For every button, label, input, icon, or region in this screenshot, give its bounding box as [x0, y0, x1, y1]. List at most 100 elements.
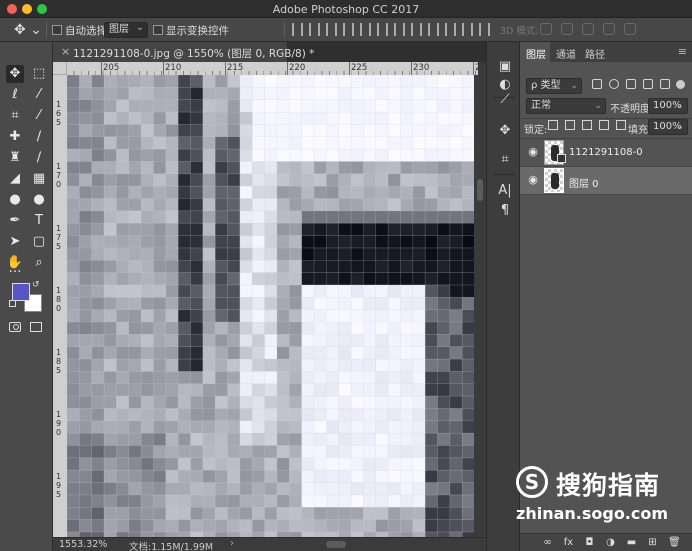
adjustments-icon[interactable]: ⟋	[498, 93, 512, 107]
3d-pan-icon[interactable]	[582, 23, 594, 35]
pixel-filter-icon[interactable]	[592, 79, 602, 89]
move-tool-icon[interactable]: ✥	[6, 65, 24, 83]
screen-mode-icon[interactable]	[30, 322, 42, 332]
horizontal-ruler[interactable]: 205 210 215 220 225 230 235	[67, 62, 478, 75]
auto-select-target-dropdown[interactable]: 图层	[104, 21, 148, 38]
lock-position-icon[interactable]	[582, 120, 592, 130]
horizontal-scroll-thumb[interactable]	[326, 541, 346, 548]
tool-presets-icon[interactable]: ✥	[498, 124, 512, 138]
layer-filter-dropdown[interactable]: ρ 类型 ⌄	[526, 78, 582, 94]
path-selection-tool-icon[interactable]: ➤	[6, 233, 24, 251]
distribute-v-centers-icon[interactable]	[411, 23, 422, 36]
brush-tool-icon[interactable]: ∕	[30, 128, 48, 146]
ruler-major-tick	[349, 62, 350, 75]
layer-row-selected[interactable]: ◉ 图层 0	[520, 167, 692, 195]
history-brush-tool-icon[interactable]: ∕	[30, 149, 48, 167]
filter-toggle[interactable]	[676, 80, 685, 89]
foreground-color-swatch[interactable]	[12, 283, 30, 301]
ruler-origin[interactable]	[53, 62, 67, 75]
distribute-right-icon[interactable]	[479, 23, 490, 36]
dodge-tool-icon[interactable]: ●	[30, 191, 48, 209]
distribute-h-centers-icon[interactable]	[462, 23, 473, 36]
ruler-label: 230	[413, 63, 430, 73]
show-transform-checkbox[interactable]	[153, 25, 163, 35]
panel-menu-icon[interactable]: ≡	[678, 45, 687, 58]
lock-image-icon[interactable]	[565, 120, 575, 130]
type-filter-icon[interactable]	[626, 79, 636, 89]
eyedropper-tool-icon[interactable]: ⁄	[30, 107, 48, 125]
blur-tool-icon[interactable]: ●	[6, 191, 24, 209]
crop-tool-icon[interactable]: ⌗	[6, 107, 24, 125]
layer-name[interactable]: 1121291108-0	[569, 147, 643, 158]
move-tool-preset-picker[interactable]: ✥ ⌄	[14, 22, 42, 38]
opacity-field[interactable]: 100% ⌄	[648, 98, 688, 114]
eye-icon[interactable]: ◉	[527, 174, 539, 186]
lock-all-icon[interactable]	[616, 120, 626, 130]
eraser-tool-icon[interactable]: ◢	[6, 170, 24, 188]
fill-field[interactable]: 100% ⌄	[648, 119, 688, 135]
group-icon[interactable]: ▬	[626, 537, 637, 549]
marquee-tool-icon[interactable]: ⬚	[30, 65, 48, 83]
smart-object-filter-icon[interactable]	[660, 79, 670, 89]
crop-presets-icon[interactable]: ⌗	[498, 153, 512, 167]
link-icon[interactable]: ∞	[542, 537, 553, 549]
adjustment-icon[interactable]: ◑	[605, 537, 616, 549]
distribute-left-icon[interactable]	[445, 23, 456, 36]
layer-name[interactable]: 图层 0	[569, 175, 599, 190]
ruler-label-digit: 1	[56, 410, 62, 419]
blend-mode-dropdown[interactable]: 正常 ⌄	[526, 98, 606, 114]
vertical-scroll-thumb[interactable]	[477, 179, 483, 201]
tab-paths[interactable]: 路径	[585, 46, 605, 61]
eye-icon[interactable]: ◉	[527, 146, 539, 158]
close-document-icon[interactable]: ×	[61, 45, 70, 58]
pen-tool-icon[interactable]: ✒	[6, 212, 24, 230]
new-layer-icon[interactable]: ⊞	[647, 537, 658, 549]
3d-roll-icon[interactable]	[561, 23, 573, 35]
fx-icon[interactable]: fx	[563, 537, 574, 549]
document-canvas[interactable]	[67, 75, 474, 537]
align-top-edges-icon[interactable]	[343, 23, 354, 36]
distribute-top-icon[interactable]	[394, 23, 405, 36]
gradient-tool-icon[interactable]: ▦	[30, 170, 48, 188]
paragraph-panel-icon[interactable]: ¶	[498, 204, 512, 218]
lock-transparent-icon[interactable]	[548, 120, 558, 130]
align-right-edges-icon[interactable]	[326, 23, 337, 36]
align-left-edges-icon[interactable]	[292, 23, 303, 36]
tab-layers[interactable]: 图层	[526, 46, 546, 61]
ruler-label-digit: 1	[56, 472, 62, 481]
align-bottom-edges-icon[interactable]	[377, 23, 388, 36]
default-colors-icon[interactable]	[9, 300, 16, 307]
document-tab[interactable]: × 1121291108-0.jpg @ 1550% (图层 0, RGB/8)…	[53, 42, 314, 62]
lock-artboard-icon[interactable]	[599, 120, 609, 130]
align-h-centers-icon[interactable]	[309, 23, 320, 36]
distribute-bottom-icon[interactable]	[428, 23, 439, 36]
tab-channels[interactable]: 通道	[556, 46, 576, 61]
auto-select-checkbox[interactable]	[52, 25, 62, 35]
layer-row[interactable]: ◉ 1121291108-0	[520, 139, 692, 167]
3d-scale-icon[interactable]	[624, 23, 636, 35]
shape-filter-icon[interactable]	[643, 79, 653, 89]
zoom-tool-icon[interactable]: ⌕	[30, 254, 48, 272]
color-panel-icon[interactable]: ◐	[498, 78, 512, 92]
rectangle-tool-icon[interactable]: ▢	[30, 233, 48, 251]
vertical-scrollbar[interactable]	[474, 75, 486, 537]
zoom-level[interactable]: 1553.32%	[59, 539, 107, 550]
mask-icon[interactable]: ◘	[584, 537, 595, 549]
magic-wand-tool-icon[interactable]: ⁄	[30, 86, 48, 104]
edit-toolbar-icon[interactable]: …	[6, 260, 24, 278]
align-v-centers-icon[interactable]	[360, 23, 371, 36]
adjustment-filter-icon[interactable]	[609, 79, 619, 89]
3d-rotate-icon[interactable]	[540, 23, 552, 35]
quick-mask-icon[interactable]	[9, 322, 21, 332]
character-panel-icon[interactable]: A|	[498, 184, 512, 198]
lasso-tool-icon[interactable]: ℓ	[6, 86, 24, 104]
type-tool-icon[interactable]: T	[30, 212, 48, 230]
status-menu-arrow[interactable]: ›	[230, 538, 234, 549]
trash-icon[interactable]: 🗑	[668, 537, 681, 549]
3d-slide-icon[interactable]	[603, 23, 615, 35]
swap-colors-icon[interactable]: ↺	[32, 280, 40, 290]
vertical-ruler[interactable]: 165170175180185190195	[53, 62, 67, 537]
healing-brush-tool-icon[interactable]: ✚	[6, 128, 24, 146]
libraries-icon[interactable]: ▣	[498, 60, 512, 74]
clone-stamp-tool-icon[interactable]: ♜	[6, 149, 24, 167]
